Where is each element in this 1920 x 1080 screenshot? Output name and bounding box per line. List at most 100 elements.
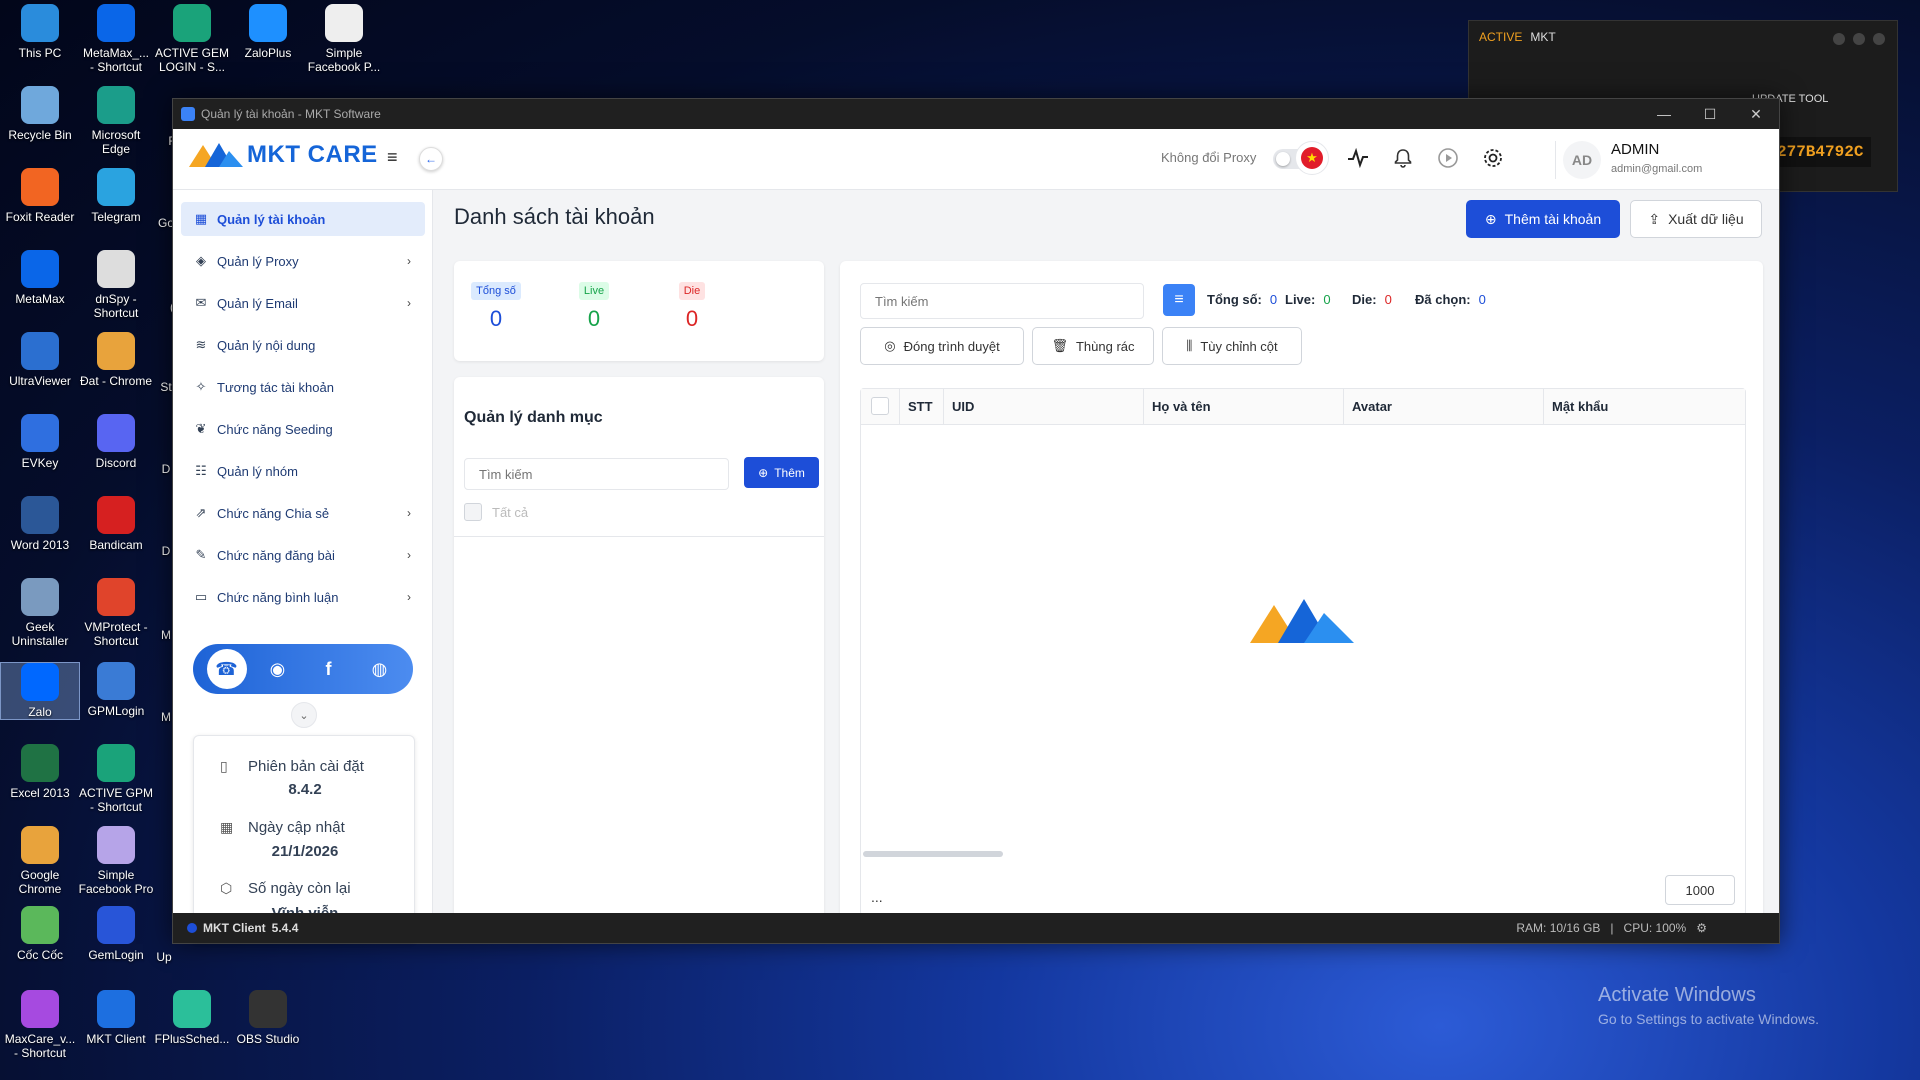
- export-button[interactable]: ⇪ Xuất dữ liệu: [1630, 200, 1762, 238]
- sidebar-item[interactable]: ✧ Tương tác tài khoản: [181, 370, 425, 404]
- window-titlebar[interactable]: Quản lý tài khoản - MKT Software — ☐ ✕: [173, 99, 1779, 129]
- desktop-icon-label: Word 2013: [10, 538, 70, 552]
- page-size-input[interactable]: 1000: [1665, 875, 1735, 905]
- desktop-icon[interactable]: ZaloPlus: [228, 4, 308, 60]
- chevron-down-icon[interactable]: ⌄: [291, 702, 317, 728]
- layers-icon: ◈: [196, 253, 206, 268]
- back-arrow-icon[interactable]: ←: [419, 147, 443, 171]
- desktop-icon[interactable]: UltraViewer: [0, 332, 80, 388]
- desktop-icon[interactable]: Recycle Bin: [0, 86, 80, 142]
- desktop-icon[interactable]: GemLogin: [76, 906, 156, 962]
- brand-logo[interactable]: MKT CARE: [189, 141, 378, 169]
- desktop-icon[interactable]: GPMLogin: [76, 662, 156, 718]
- sidebar-item[interactable]: ✉ Quản lý Email ›: [181, 286, 425, 320]
- desktop-icon[interactable]: Bandicam: [76, 496, 156, 552]
- desktop-icon[interactable]: VMProtect - Shortcut: [76, 578, 156, 648]
- category-add-button[interactable]: ⊕ Thêm: [744, 457, 819, 488]
- mkt-client-icon: [97, 990, 135, 1028]
- category-search-input[interactable]: [464, 458, 729, 490]
- pagination-more[interactable]: ...: [871, 889, 883, 905]
- desktop-icon[interactable]: Word 2013: [0, 496, 80, 552]
- column-fullname[interactable]: Họ và tên: [1143, 389, 1343, 425]
- desktop-icon[interactable]: OBS Studio: [228, 990, 308, 1046]
- column-avatar[interactable]: Avatar: [1343, 389, 1543, 425]
- globe-icon[interactable]: ◍: [360, 649, 400, 689]
- bell-icon[interactable]: [1386, 141, 1420, 175]
- desktop-icon[interactable]: Google Chrome: [0, 826, 80, 896]
- maximize-button[interactable]: ☐: [1687, 106, 1733, 123]
- fplus-icon: [173, 990, 211, 1028]
- sidebar: ▦ Quản lý tài khoản ◈ Quản lý Proxy › ✉ Quản l…: [173, 190, 433, 943]
- desktop-icon-label: Recycle Bin: [8, 128, 72, 142]
- close-browser-button[interactable]: ◎ Đóng trình duyệt: [860, 327, 1024, 365]
- header-checkbox[interactable]: [871, 397, 889, 415]
- sidebar-item[interactable]: ≋ Quản lý nội dung: [181, 328, 425, 362]
- desktop-icon[interactable]: This PC: [0, 4, 80, 60]
- desktop-icon-label: Simple Facebook Pro: [78, 868, 154, 896]
- category-title: Quản lý danh mục: [464, 409, 603, 426]
- desktop-icon[interactable]: dnSpy - Shortcut: [76, 250, 156, 320]
- settings-gear-icon[interactable]: [1476, 141, 1510, 175]
- column-password[interactable]: Mật khẩu: [1543, 389, 1747, 425]
- sidebar-item[interactable]: ◈ Quản lý Proxy ›: [181, 244, 425, 278]
- menu-toggle-icon[interactable]: ≡: [387, 147, 398, 168]
- account-search-input[interactable]: [860, 283, 1144, 319]
- desktop-icon[interactable]: MetaMax: [0, 250, 80, 306]
- desktop-icon[interactable]: Geek Uninstaller: [0, 578, 80, 648]
- desktop-icon[interactable]: Telegram: [76, 168, 156, 224]
- desktop-icon[interactable]: ACTIVE GPM - Shortcut: [76, 744, 156, 814]
- client-icon: [187, 923, 197, 933]
- desktop-icon[interactable]: Discord: [76, 414, 156, 470]
- sidebar-item[interactable]: ✎ Chức năng đăng bài ›: [181, 538, 425, 572]
- play-icon[interactable]: [1431, 141, 1465, 175]
- user-name[interactable]: ADMIN: [1611, 141, 1659, 158]
- desktop-icon[interactable]: MaxCare_v... - Shortcut: [0, 990, 80, 1060]
- add-account-button[interactable]: ⊕ Thêm tài khoản: [1466, 200, 1620, 238]
- desktop-icon[interactable]: MKT Client: [76, 990, 156, 1046]
- activity-icon[interactable]: [1341, 141, 1375, 175]
- facebook-icon[interactable]: f: [309, 649, 349, 689]
- column-stt[interactable]: STT: [899, 389, 943, 425]
- desktop-icon[interactable]: EVKey: [0, 414, 80, 470]
- support-icon[interactable]: ☎: [206, 649, 247, 689]
- desktop-icon-label-partial[interactable]: Up: [156, 950, 172, 964]
- sidebar-item[interactable]: ❦ Chức năng Seeding: [181, 412, 425, 446]
- column-uid[interactable]: UID: [943, 389, 1143, 425]
- desktop-icon[interactable]: MetaMax_... - Shortcut: [76, 4, 156, 74]
- desktop-icon[interactable]: Microsoft Edge: [76, 86, 156, 156]
- desktop-icon[interactable]: Đat - Chrome: [76, 332, 156, 388]
- select-all-checkbox[interactable]: [464, 503, 482, 521]
- settings-gear-icon[interactable]: ⚙: [1696, 921, 1707, 935]
- avatar[interactable]: AD: [1563, 141, 1601, 179]
- desktop-icon-label: ACTIVE GPM - Shortcut: [78, 786, 153, 814]
- language-flag-icon[interactable]: ★: [1295, 141, 1329, 175]
- close-button[interactable]: ✕: [1733, 106, 1779, 123]
- trash-button[interactable]: 🗑 Thùng rác: [1032, 327, 1154, 365]
- desktop-icon[interactable]: Zalo: [0, 662, 80, 720]
- category-card: Quản lý danh mục ⊕ Thêm Tất cả: [454, 377, 824, 933]
- desktop-icon[interactable]: ACTIVE GEM LOGIN - S...: [152, 4, 232, 74]
- customize-columns-button[interactable]: ⫼ Tùy chỉnh cột: [1162, 327, 1302, 365]
- zalo-icon[interactable]: ◉: [258, 649, 298, 689]
- desktop-icon[interactable]: Foxit Reader: [0, 168, 80, 224]
- columns-icon: ⫼: [1186, 338, 1193, 353]
- chevron-right-icon: ›: [407, 296, 411, 310]
- category-add-label: Thêm: [774, 465, 805, 480]
- desktop-icon[interactable]: Excel 2013: [0, 744, 80, 800]
- desktop-icon-label: OBS Studio: [236, 1032, 300, 1046]
- brand-name: MKT CARE: [247, 141, 378, 168]
- horizontal-scrollbar[interactable]: [863, 851, 1003, 857]
- desktop-icon[interactable]: Simple Facebook P...: [304, 4, 384, 74]
- window-controls[interactable]: [1833, 33, 1885, 45]
- active-label: ACTIVE: [1479, 30, 1523, 44]
- sidebar-item[interactable]: ▭ Chức năng bình luận ›: [181, 580, 425, 614]
- sidebar-item[interactable]: ☷ Quản lý nhóm: [181, 454, 425, 488]
- sidebar-item[interactable]: ⇗ Chức năng Chia sẻ ›: [181, 496, 425, 530]
- client-name: MKT Client: [203, 921, 266, 935]
- minimize-button[interactable]: —: [1641, 106, 1687, 123]
- desktop-icon[interactable]: Simple Facebook Pro: [76, 826, 156, 896]
- desktop-icon[interactable]: Cốc Cốc: [0, 906, 80, 962]
- sidebar-item[interactable]: ▦ Quản lý tài khoản: [181, 202, 425, 236]
- desktop-icon[interactable]: FPlusSched...: [152, 990, 232, 1046]
- filter-icon[interactable]: ≡: [1163, 284, 1195, 316]
